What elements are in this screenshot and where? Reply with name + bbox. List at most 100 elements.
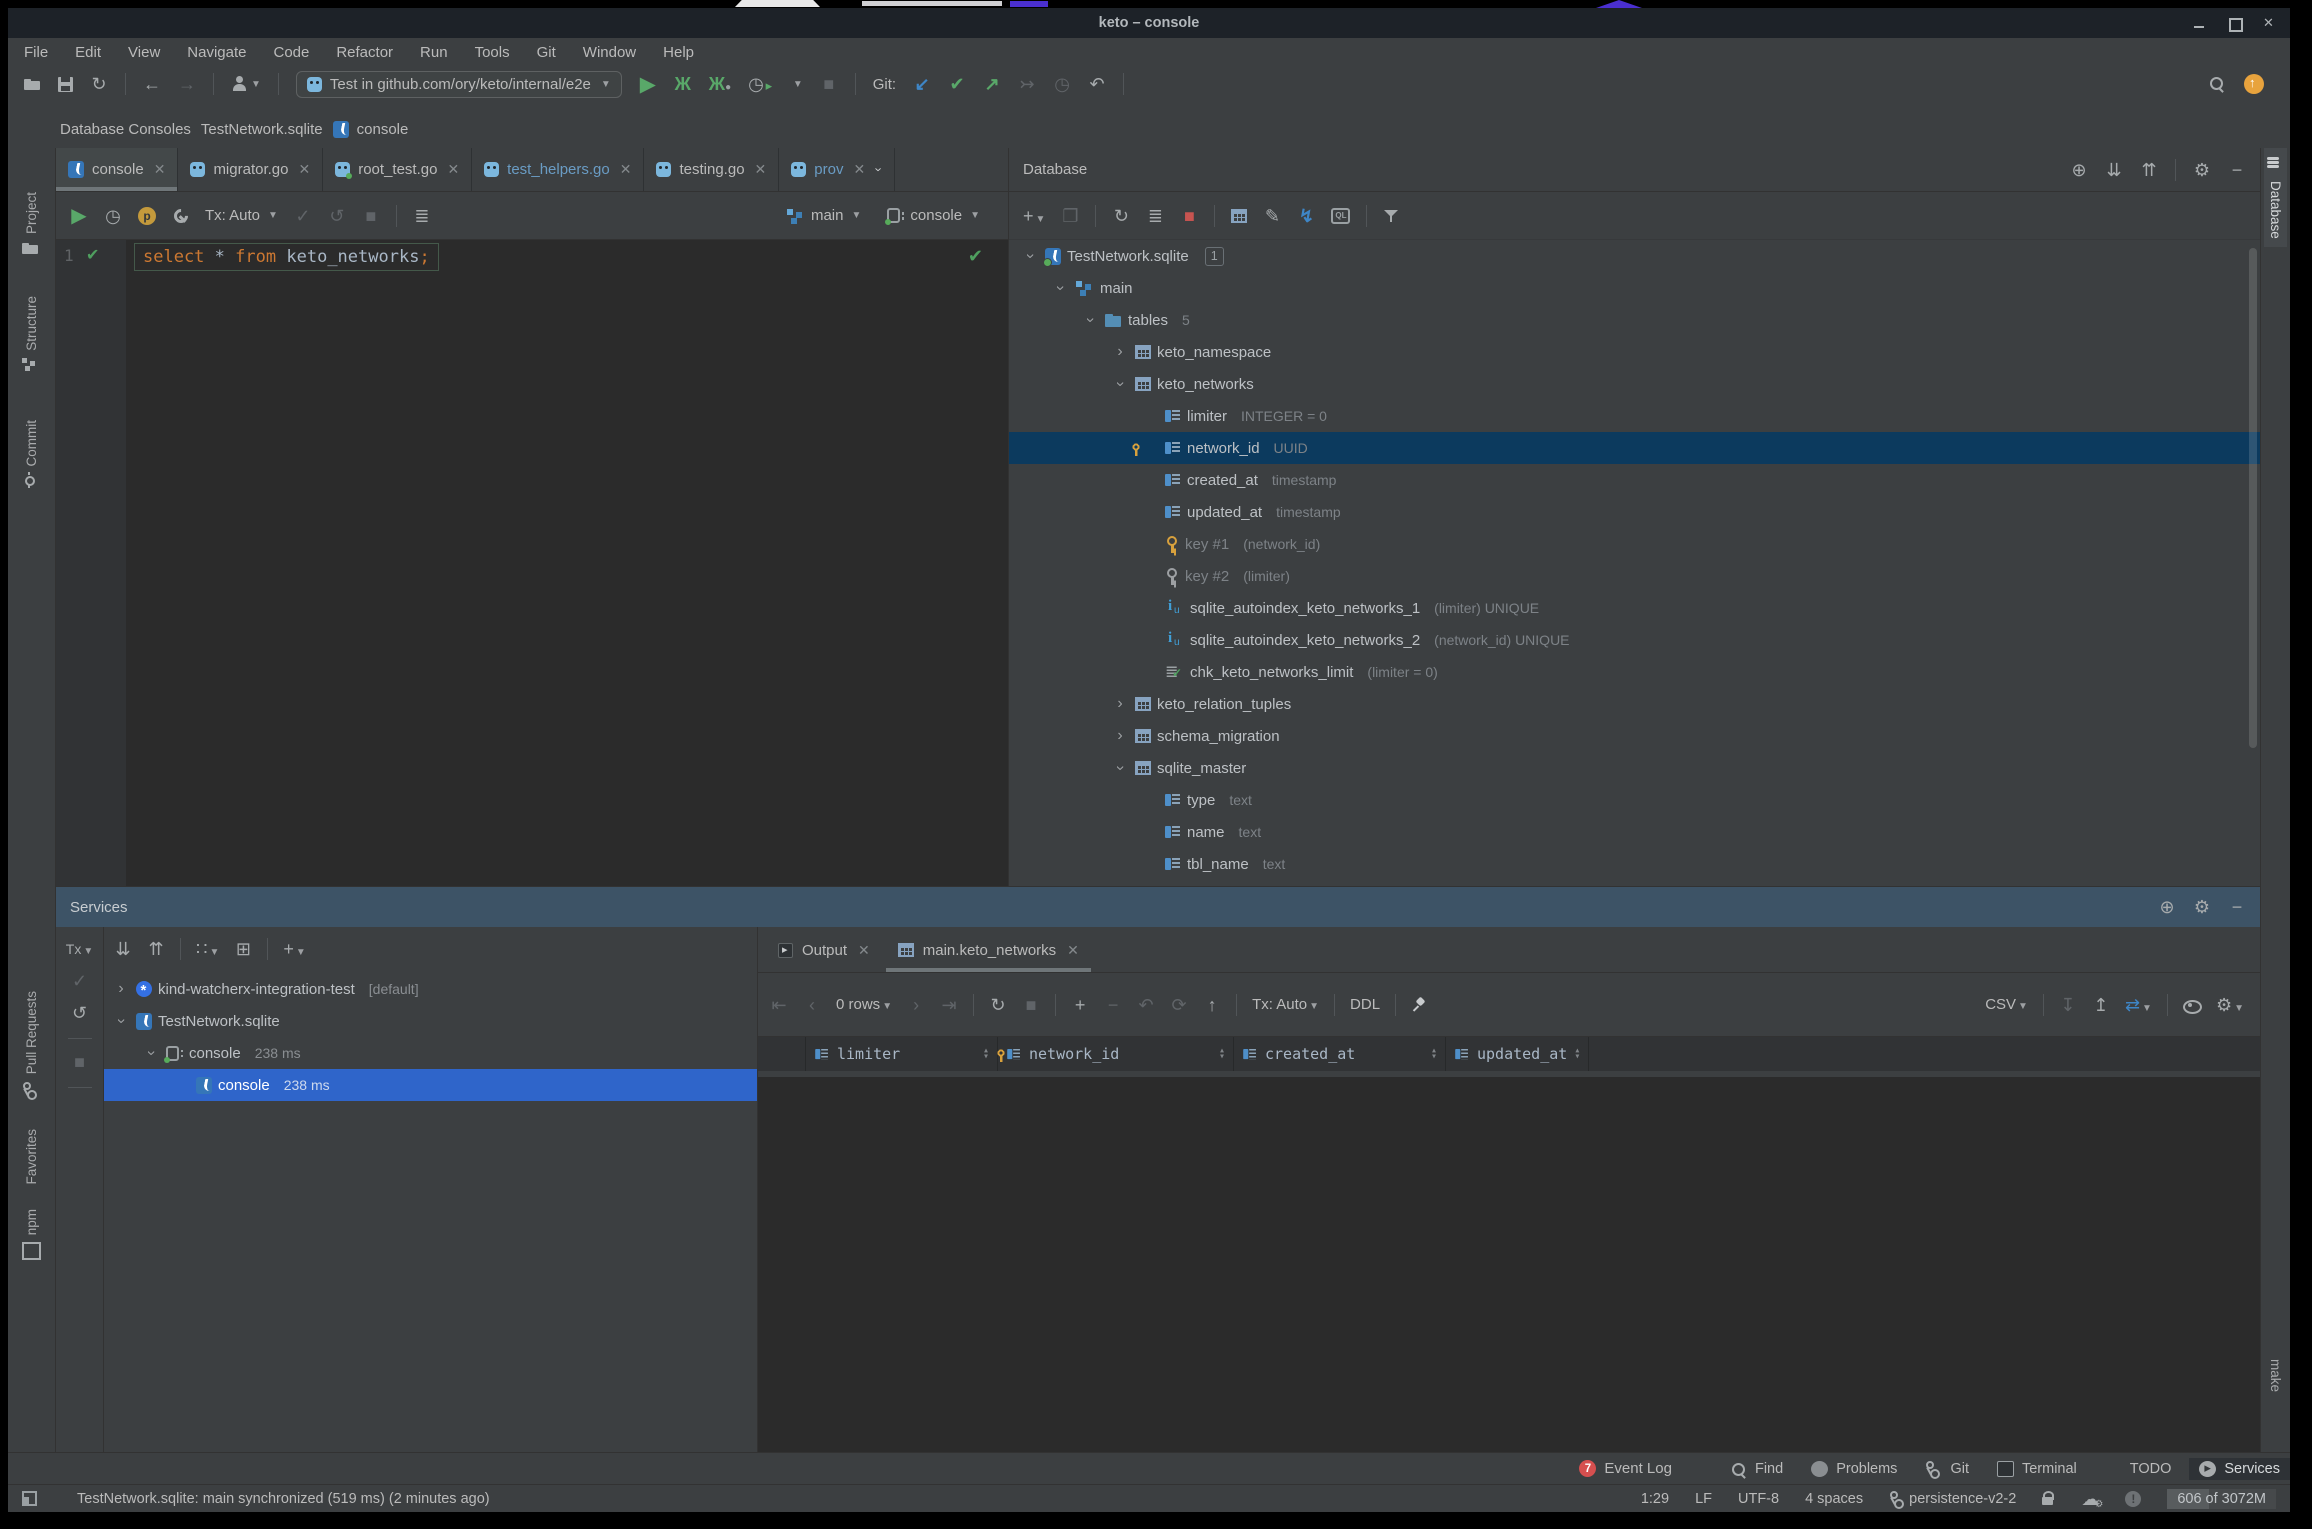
db-tree-row-key-2[interactable]: key #2 (limiter) [1009, 560, 2260, 592]
grid-column-header-limiter[interactable]: limiter ▴ ▾ [806, 1037, 998, 1071]
editor-tab-prov[interactable]: prov ✕ › [779, 148, 895, 191]
row-count-select[interactable]: 0 rows ▼ [836, 996, 892, 1013]
hide-panel-icon[interactable]: − [2228, 161, 2246, 179]
upload-icon[interactable]: ↥ [2092, 996, 2110, 1014]
menu-item-code[interactable]: Code [273, 44, 309, 61]
tree-chevron-icon[interactable]: › [1111, 727, 1129, 745]
tool-window-button-structure[interactable]: Structure [22, 296, 41, 376]
tool-window-switcher-icon[interactable] [22, 1491, 37, 1506]
db-tree-row-updated-at[interactable]: updated_at timestamp [1009, 496, 2260, 528]
settings-wrench-icon[interactable] [172, 207, 189, 224]
next-page-icon[interactable]: › [907, 996, 925, 1014]
tool-window-button-git[interactable]: Git [1915, 1458, 1979, 1480]
tree-chevron-icon[interactable]: › [1081, 311, 1099, 329]
collapse-all-icon[interactable]: ⇈ [147, 940, 165, 958]
add-to-group-icon[interactable]: ⊞ [234, 940, 252, 958]
close-icon[interactable] [2263, 15, 2276, 31]
export-format-select[interactable]: CSV ▼ [1985, 996, 2028, 1013]
hidden-tabs-chevron-icon[interactable]: › [872, 167, 887, 171]
locate-icon[interactable]: ⊕ [2070, 161, 2088, 179]
grid-corner-cell[interactable] [758, 1037, 806, 1071]
expand-all-icon[interactable]: ⇊ [114, 940, 132, 958]
tool-window-button-commit[interactable]: Commit [22, 420, 41, 492]
gear-icon[interactable]: ⚙ [2193, 161, 2211, 179]
db-tree-row-network-id[interactable]: network_id UUID [1009, 432, 2260, 464]
download-icon[interactable]: ↧ [2059, 996, 2077, 1014]
compare-icon[interactable]: ⇄ ▼ [2125, 996, 2152, 1014]
tool-window-button-find[interactable]: Find [1720, 1458, 1793, 1480]
output-tab-output[interactable]: Output ✕ [766, 928, 882, 972]
close-tab-icon[interactable]: ✕ [620, 161, 632, 178]
open-icon[interactable] [24, 77, 41, 91]
db-tree-row-name[interactable]: name text [1009, 816, 2260, 848]
history-icon[interactable]: ◷ [104, 207, 122, 225]
tree-chevron-icon[interactable]: › [142, 1044, 160, 1062]
menu-item-git[interactable]: Git [537, 44, 556, 61]
close-tab-icon[interactable]: ✕ [447, 161, 459, 178]
lock-icon[interactable] [2042, 1491, 2055, 1506]
query-console-icon[interactable]: QL [1331, 207, 1351, 224]
tree-chevron-icon[interactable]: › [1021, 247, 1039, 265]
indent-setting[interactable]: 4 spaces [1805, 1491, 1863, 1507]
tree-chevron-icon[interactable]: › [1111, 695, 1129, 713]
profiler-button[interactable]: ◷ ▸ [748, 75, 774, 93]
grid-column-header-created-at[interactable]: created_at ▴ ▾ [1234, 1037, 1446, 1071]
hide-panel-icon[interactable]: − [2228, 898, 2246, 916]
git-push-icon[interactable]: ↗ [983, 75, 1001, 93]
maximize-icon[interactable] [2228, 17, 2243, 32]
sort-icon[interactable]: ▴ ▾ [1431, 1045, 1437, 1061]
db-tree-row-testnetwork-sqlite[interactable]: › TestNetwork.sqlite 1 [1009, 240, 2260, 272]
sync-icon[interactable]: ↻ [90, 75, 108, 93]
git-commit-icon[interactable]: ✔ [948, 75, 966, 93]
first-page-icon[interactable]: ⇤ [770, 996, 788, 1014]
service-row-console[interactable]: › console 238 ms [104, 1037, 757, 1069]
update-available-icon[interactable] [2244, 74, 2264, 94]
jump-to-console-icon[interactable]: ↯ [1297, 207, 1315, 225]
db-tree-row-keto-networks[interactable]: › keto_networks [1009, 368, 2260, 400]
stop-button[interactable]: ■ [820, 75, 838, 93]
tool-window-button-project[interactable]: Project [22, 192, 41, 259]
stop-icon[interactable]: ■ [71, 1053, 89, 1071]
git-update-icon[interactable]: ↙ [913, 75, 931, 93]
locate-icon[interactable]: ⊕ [2158, 898, 2176, 916]
minimize-icon[interactable] [2193, 17, 2206, 30]
tool-window-button-services[interactable]: Services [2189, 1457, 2290, 1480]
inspection-profile-icon[interactable]: ! [2125, 1490, 2142, 1507]
breadcrumb-item-database-consoles[interactable]: Database Consoles [60, 121, 191, 138]
line-ending[interactable]: LF [1695, 1491, 1712, 1507]
git-merge-icon[interactable]: ↣ [1018, 75, 1036, 93]
menu-item-file[interactable]: File [24, 44, 48, 61]
db-tree-row-main[interactable]: › main [1009, 272, 2260, 304]
view-data-icon[interactable] [1231, 208, 1248, 223]
expand-all-icon[interactable]: ⇊ [2105, 161, 2123, 179]
service-row-testnetwork-sqlite[interactable]: › TestNetwork.sqlite [104, 1005, 757, 1037]
menu-item-refactor[interactable]: Refactor [336, 44, 393, 61]
editor-tab-migrator-go[interactable]: migrator.go ✕ [178, 148, 324, 191]
tool-window-button-make[interactable]: make [2264, 1326, 2287, 1400]
parameters-icon[interactable]: p [138, 206, 156, 225]
editor-body[interactable]: 1 ✔ select * from keto_networks; ✔ [56, 240, 1008, 886]
db-tree-row-type[interactable]: type text [1009, 784, 2260, 816]
refresh-icon[interactable]: ↻ [1112, 207, 1130, 225]
git-branch-widget[interactable]: persistence-v2-2 [1889, 1490, 2016, 1507]
breadcrumb-item-console[interactable]: console [332, 121, 408, 138]
close-tab-icon[interactable]: ✕ [755, 161, 767, 178]
duplicate-icon[interactable]: ❐ [1061, 207, 1079, 225]
ddl-button[interactable]: DDL [1350, 996, 1380, 1013]
breadcrumb-item-testnetwork-sqlite[interactable]: TestNetwork.sqlite [201, 121, 323, 138]
rollback-icon[interactable]: ↺ [71, 1004, 89, 1022]
debug-button[interactable]: Ж [674, 75, 692, 93]
editor-tab-console[interactable]: console ✕ [56, 148, 179, 191]
db-tree-row-sqlite-autoindex-keto-networks-2[interactable]: sqlite_autoindex_keto_networks_2 (networ… [1009, 624, 2260, 656]
encoding[interactable]: UTF-8 [1738, 1491, 1779, 1507]
close-tab-icon[interactable]: ✕ [1067, 942, 1079, 959]
search-icon[interactable] [2208, 75, 2226, 93]
edit-icon[interactable]: ✎ [1263, 207, 1281, 225]
scrollbar[interactable] [2249, 248, 2257, 748]
tx-mode-select[interactable]: Tx: Auto ▼ [205, 207, 278, 224]
collapse-all-icon[interactable]: ⇈ [2140, 161, 2158, 179]
editor-tab-test-helpers-go[interactable]: test_helpers.go ✕ [472, 148, 645, 191]
tree-chevron-icon[interactable]: › [1111, 759, 1129, 777]
git-rollback-icon[interactable]: ↶ [1088, 75, 1106, 93]
db-tree-row-sqlite-autoindex-keto-networks-1[interactable]: sqlite_autoindex_keto_networks_1 (limite… [1009, 592, 2260, 624]
